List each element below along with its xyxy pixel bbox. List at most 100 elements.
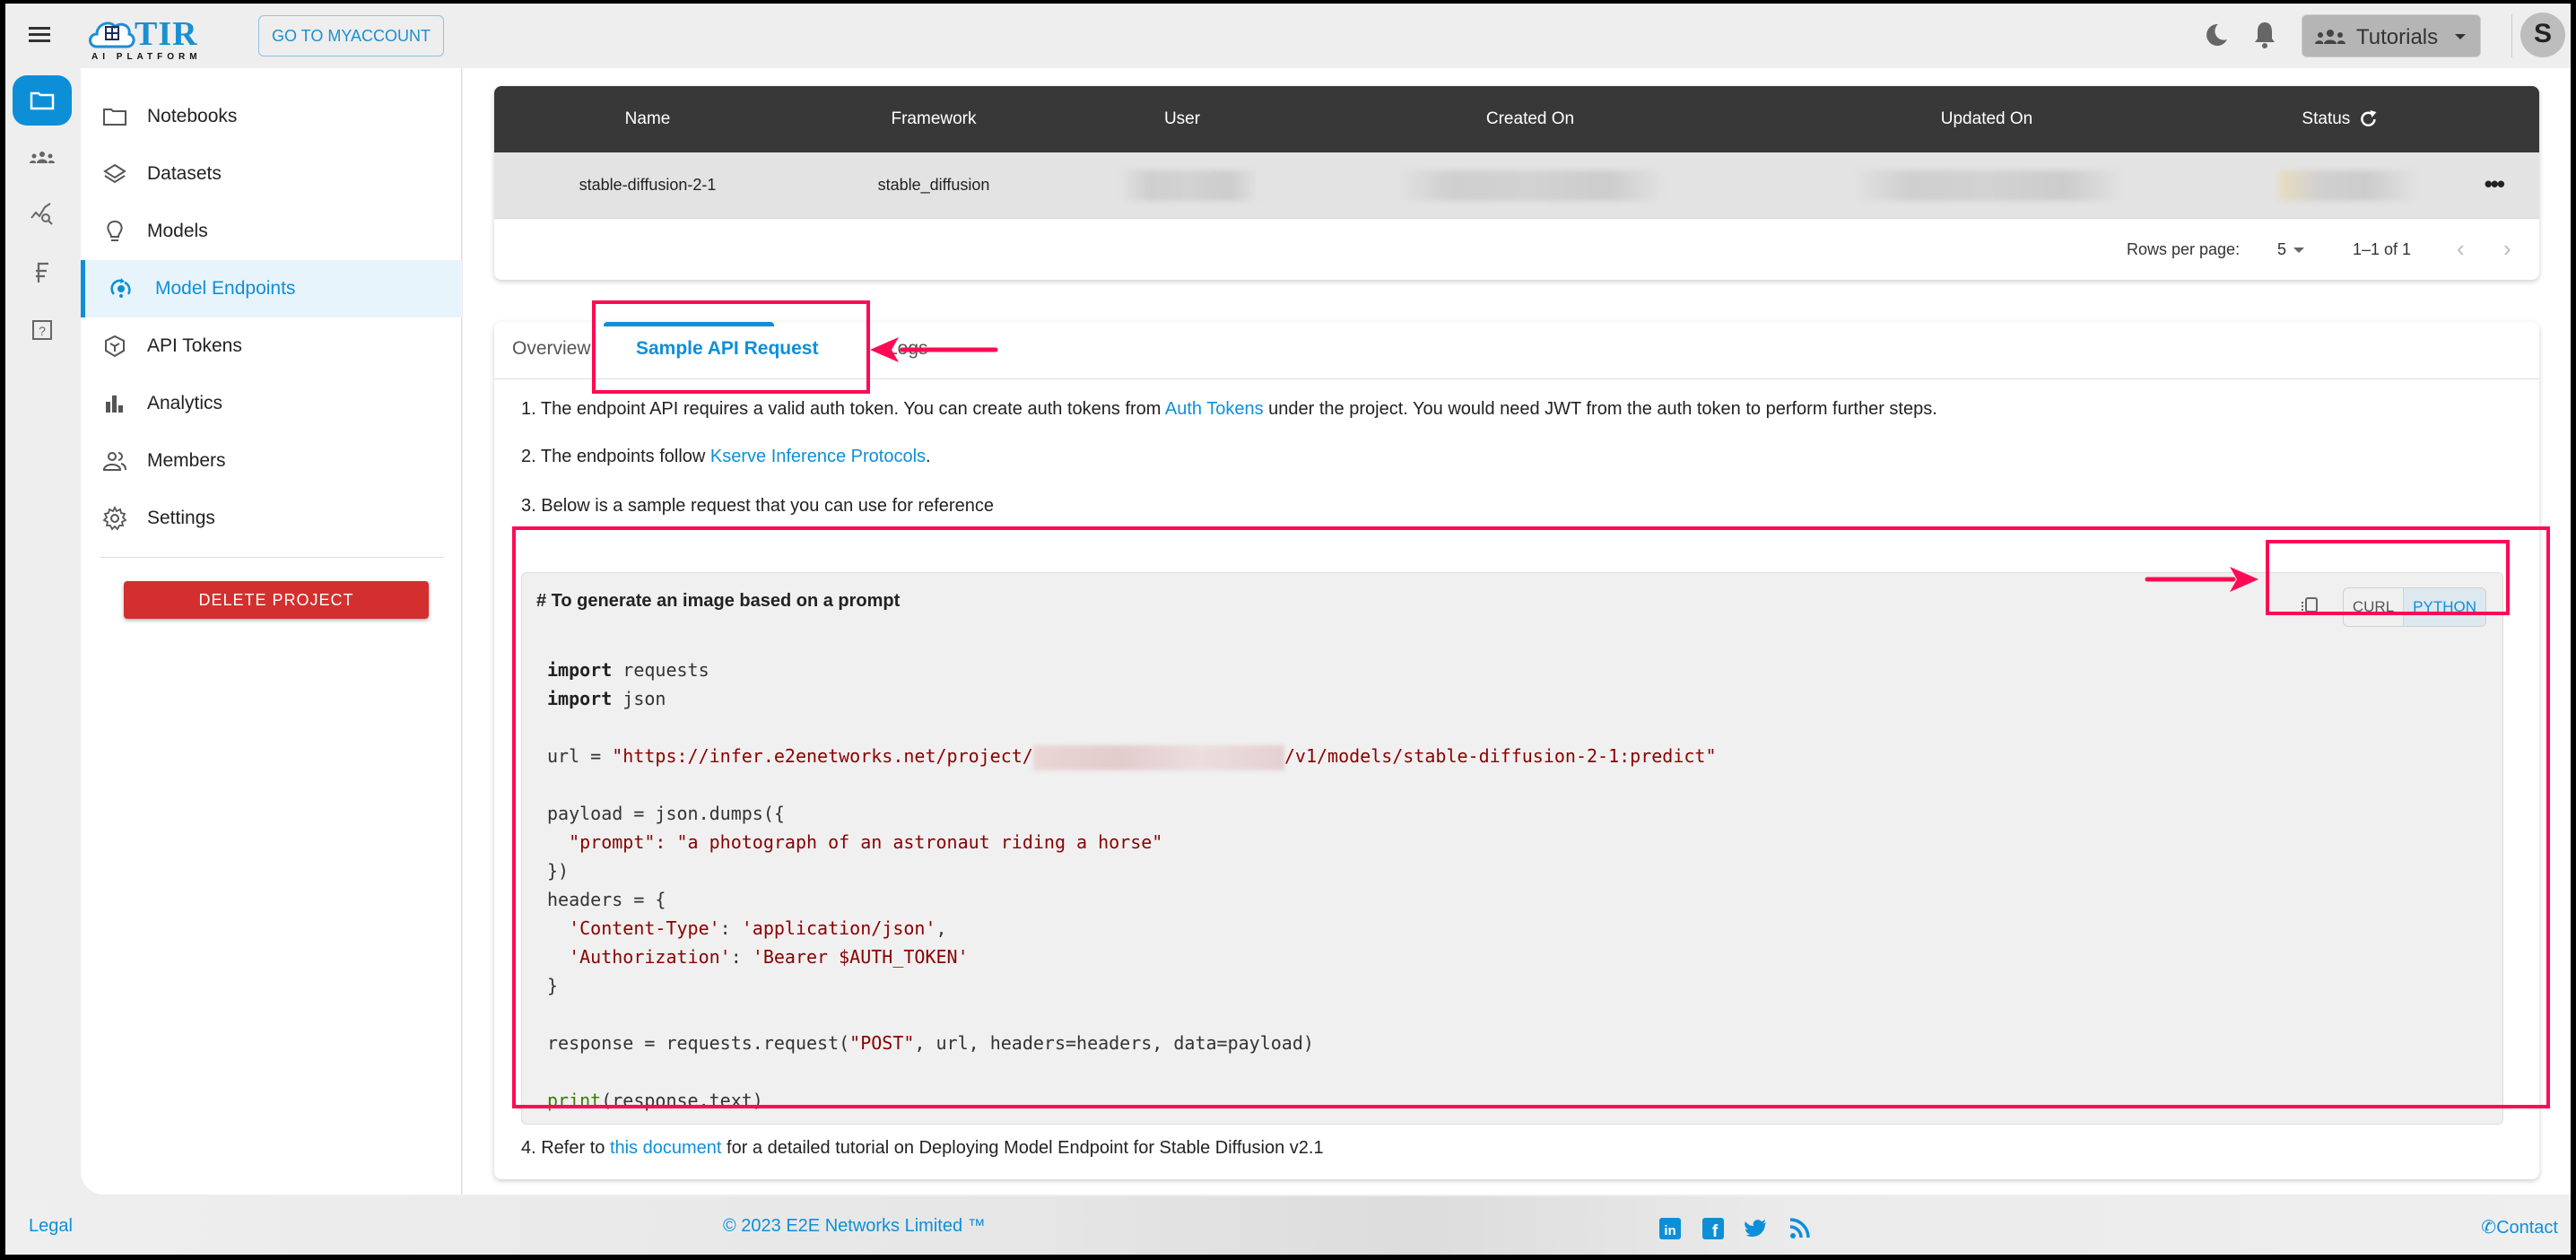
code-string: "https://infer.e2enetworks.net/project/ — [612, 745, 1033, 767]
sidebar-item-models[interactable]: Models — [81, 203, 462, 260]
copy-icon[interactable] — [2296, 593, 2323, 620]
rail-item-teams[interactable] — [13, 133, 72, 183]
rows-per-page-label: Rows per page: — [2127, 240, 2241, 258]
refresh-icon[interactable] — [2359, 109, 2379, 129]
rail-item-monitoring[interactable] — [13, 190, 72, 240]
python-toggle-button[interactable]: PYTHON — [2403, 588, 2485, 626]
folder-icon — [30, 91, 55, 110]
folder-icon — [103, 109, 126, 126]
code-text: url = — [547, 745, 613, 767]
column-header-created-on[interactable]: Created On — [1486, 109, 1574, 129]
sidebar-item-members[interactable]: Members — [81, 432, 462, 490]
sidebar-item-model-endpoints[interactable]: Model Endpoints — [81, 260, 462, 317]
app-window: TIR AI PLATFORM GO TO MYACCOUNT Tutorial… — [5, 4, 2571, 1255]
table-row[interactable]: stable-diffusion-2-1 stable_diffusion ••… — [494, 152, 2539, 219]
bar-chart-icon — [106, 395, 123, 413]
previous-page-icon[interactable]: ‹ — [2457, 235, 2465, 263]
instruction-step-2: 2. The endpoints follow Kserve Inference… — [521, 447, 931, 467]
next-page-icon[interactable]: › — [2503, 235, 2511, 263]
auth-tokens-link[interactable]: Auth Tokens — [1165, 399, 1264, 419]
column-header-framework[interactable]: Framework — [891, 109, 976, 129]
endpoint-icon — [110, 278, 131, 298]
tab-overview[interactable]: Overview — [512, 338, 591, 360]
sidebar-item-label: Analytics — [147, 393, 223, 413]
sidebar-item-api-tokens[interactable]: API Tokens — [81, 317, 462, 375]
endpoints-table: Name Framework User Created On Updated O… — [494, 86, 2539, 280]
tir-logo[interactable]: TIR AI PLATFORM — [86, 13, 212, 63]
rail-item-billing[interactable] — [13, 248, 72, 298]
step-text: 1. The endpoint API requires a valid aut… — [521, 399, 1165, 419]
footer: Legal © 2023 E2E Networks Limited ™ in f… — [5, 1196, 2571, 1255]
column-header-name[interactable]: Name — [625, 109, 671, 129]
moon-icon[interactable] — [2203, 22, 2230, 48]
user-avatar[interactable]: S — [2520, 13, 2565, 57]
divider — [2511, 14, 2512, 57]
column-header-updated-on[interactable]: Updated On — [1941, 109, 2032, 129]
legal-link[interactable]: Legal — [29, 1216, 73, 1237]
rail-item-help[interactable]: ? — [13, 305, 72, 355]
pagination-range: 1–1 of 1 — [2353, 240, 2412, 258]
redacted-project-id — [1032, 744, 1284, 770]
facebook-icon[interactable]: f — [1701, 1216, 1726, 1241]
svg-text:?: ? — [39, 324, 46, 338]
top-bar: TIR AI PLATFORM GO TO MYACCOUNT Tutorial… — [5, 4, 2571, 66]
project-sidebar: Notebooks Datasets Models Model Endpoint… — [81, 68, 462, 1195]
cell-name: stable-diffusion-2-1 — [579, 176, 717, 194]
code-sample-box: # To generate an image based on a prompt… — [521, 572, 2503, 1125]
svg-text:f: f — [1712, 1222, 1719, 1241]
tab-logs[interactable]: Logs — [887, 338, 928, 360]
linkedin-icon[interactable]: in — [1658, 1216, 1683, 1241]
chart-search-icon — [30, 203, 53, 225]
svg-text:in: in — [1664, 1223, 1675, 1238]
sidebar-item-datasets[interactable]: Datasets — [81, 145, 462, 203]
rss-icon[interactable] — [1787, 1216, 1812, 1241]
help-box-icon: ? — [32, 320, 52, 340]
language-toggle: CURL PYTHON — [2342, 587, 2486, 627]
code-string: 'Content-Type' — [569, 917, 720, 939]
tab-sample-api-request[interactable]: Sample API Request — [636, 338, 818, 360]
cell-framework: stable_diffusion — [877, 176, 990, 194]
instruction-step-3: 3. Below is a sample request that you ca… — [521, 496, 994, 516]
code-text: payload = json.dumps({ — [547, 803, 785, 824]
code-keyword: import — [547, 688, 613, 709]
step-text: under the project. You would need JWT fr… — [1263, 399, 1937, 419]
sidebar-item-notebooks[interactable]: Notebooks — [81, 88, 462, 145]
instruction-step-4: 4. Refer to this document for a detailed… — [521, 1138, 1324, 1159]
members-icon — [102, 452, 126, 471]
step-text: for a detailed tutorial on Deploying Mod… — [721, 1138, 1324, 1158]
curl-toggle-button[interactable]: CURL — [2343, 588, 2404, 626]
go-to-myaccount-button[interactable]: GO TO MYACCOUNT — [258, 15, 445, 56]
more-horizontal-icon[interactable]: ••• — [2485, 170, 2505, 198]
rail-item-projects[interactable] — [13, 75, 72, 126]
code-string: "prompt": "a photograph of an astronaut … — [569, 831, 1163, 853]
icon-rail: ? — [5, 68, 81, 1198]
detail-tabs: Overview Sample API Request Logs — [494, 322, 2539, 379]
active-tab-indicator — [604, 322, 774, 326]
social-links: in f — [1658, 1216, 1812, 1241]
code-keyword: import — [547, 659, 613, 681]
kserve-protocols-link[interactable]: Kserve Inference Protocols — [710, 447, 926, 466]
twitter-icon[interactable] — [1744, 1216, 1769, 1241]
bell-icon[interactable] — [2251, 20, 2278, 50]
cell-updated-on-redacted — [1858, 170, 2118, 201]
sidebar-item-settings[interactable]: Settings — [81, 490, 462, 547]
hamburger-menu-icon[interactable] — [29, 27, 50, 43]
project-selector[interactable]: Tutorials — [2302, 14, 2481, 57]
cube-icon — [105, 335, 125, 358]
code-string: 'Authorization' — [569, 946, 731, 968]
lightbulb-icon — [107, 220, 123, 241]
tutorial-document-link[interactable]: this document — [610, 1138, 722, 1158]
sidebar-item-analytics[interactable]: Analytics — [81, 375, 462, 432]
table-header: Name Framework User Created On Updated O… — [494, 86, 2539, 152]
sidebar-divider — [100, 557, 444, 558]
delete-project-button[interactable]: DELETE PROJECT — [124, 581, 429, 619]
code-text: } — [547, 975, 559, 996]
column-header-user[interactable]: User — [1164, 109, 1200, 129]
contact-link[interactable]: ✆Contact — [2481, 1216, 2558, 1238]
python-code: import requests import json url = "https… — [547, 659, 1717, 1111]
sidebar-item-label: Models — [147, 221, 208, 241]
logo-subtitle: AI PLATFORM — [91, 52, 202, 62]
rows-per-page-select[interactable]: 5 — [2277, 240, 2305, 259]
code-title: # To generate an image based on a prompt — [536, 591, 901, 611]
